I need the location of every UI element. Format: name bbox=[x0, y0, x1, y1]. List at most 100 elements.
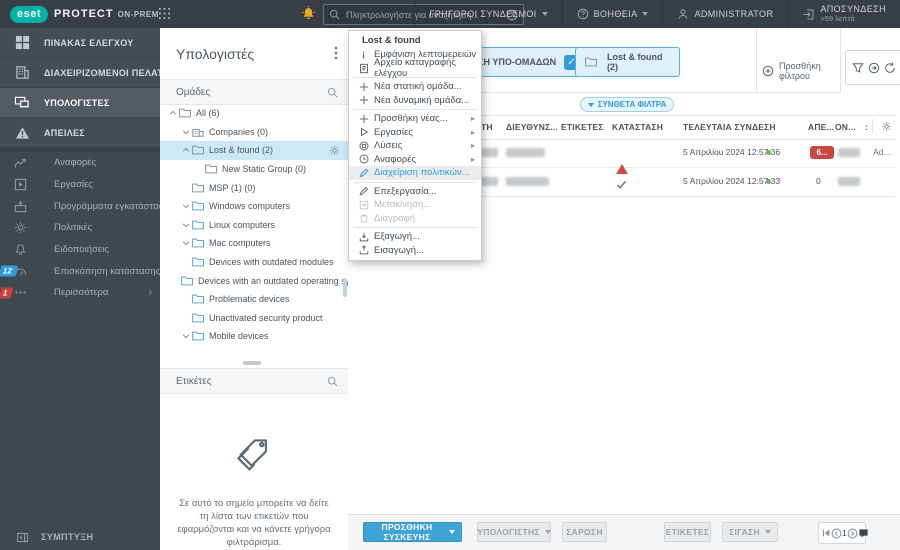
tree-chevron-icon[interactable] bbox=[180, 202, 191, 210]
computer-actions-button[interactable]: ΥΠΟΛΟΓΙΣΤΗΣ bbox=[477, 522, 551, 542]
context-menu-item[interactable]: Διαχείριση πολιτικών... bbox=[349, 166, 481, 180]
context-menu-item[interactable]: Αρχείο καταγραφής ελέγχου bbox=[349, 57, 481, 79]
tree-chevron-icon[interactable] bbox=[180, 128, 191, 136]
menu-item-label: Αρχείο καταγραφής ελέγχου bbox=[374, 57, 456, 80]
context-menu-item[interactable]: Εισαγωγή... bbox=[349, 244, 481, 258]
group-tree-item[interactable]: Windows computers bbox=[160, 197, 348, 216]
folder-icon bbox=[192, 201, 204, 211]
search-tags-icon[interactable] bbox=[327, 376, 338, 387]
eset-logo: eset bbox=[10, 5, 49, 23]
column-header[interactable]: ΔΙΕΥΘΥΝΣ... bbox=[506, 122, 558, 132]
sidebar-item-more[interactable]: Περισσότερα 1 › bbox=[0, 282, 160, 304]
status-ok-icon bbox=[616, 176, 627, 194]
logout-button[interactable]: ΑΠΟΣΥΝΔΕΣΗ >59 λεπτά bbox=[787, 0, 900, 28]
context-menu-item[interactable]: Επεξεργασία... bbox=[349, 185, 481, 199]
context-menu-item[interactable]: Εργασίες ▸ bbox=[349, 126, 481, 140]
add-device-label: ΠΡΟΣΘΗΚΗ ΣΥΣΚΕΥΗΣ bbox=[381, 522, 433, 542]
group-tree-item[interactable]: MSP (1) (0) bbox=[160, 178, 348, 197]
group-tree-item[interactable]: Linux computers bbox=[160, 216, 348, 235]
refresh-icon[interactable] bbox=[884, 62, 896, 74]
chevron-down-icon bbox=[541, 12, 548, 16]
groups-header-label: Ομάδες bbox=[176, 86, 211, 98]
table-settings-gear-icon[interactable] bbox=[872, 119, 892, 134]
scan-button[interactable]: ΣΑΡΩΣΗ bbox=[562, 522, 607, 542]
add-device-button[interactable]: ΠΡΟΣΘΗΚΗ ΣΥΣΚΕΥΗΣ bbox=[363, 522, 462, 542]
context-menu-item[interactable]: Νέα στατική ομάδα... bbox=[349, 80, 481, 94]
column-header[interactable]: ΤΗ bbox=[481, 122, 493, 132]
tags-button[interactable]: ΕΤΙΚΕΤΕΣ bbox=[664, 522, 711, 542]
quick-links-menu[interactable]: ΓΡΗΓΟΡΟΙ ΣΥΝΔΕΣΜΟΙ bbox=[414, 0, 561, 28]
tree-horizontal-scrollbar[interactable] bbox=[243, 361, 261, 365]
group-tree-item[interactable]: All (6) bbox=[160, 104, 348, 123]
notification-bell-icon[interactable] bbox=[300, 5, 317, 22]
folder-icon bbox=[192, 220, 204, 230]
tree-chevron-icon[interactable] bbox=[167, 109, 178, 117]
collapse-sidebar-button[interactable]: ΣΥΜΠΤΥΞΗ bbox=[0, 524, 176, 550]
sidebar-item-label: Προγράμματα εγκατάστασης bbox=[54, 200, 160, 212]
app-launcher-icon[interactable] bbox=[158, 7, 171, 20]
sidebar-item-policies[interactable]: Πολιτικές bbox=[0, 217, 160, 239]
panel-menu-icon[interactable] bbox=[334, 46, 338, 60]
sidebar-item-threats[interactable]: ΑΠΕΙΛΕΣ bbox=[0, 118, 160, 148]
sidebar-item-computers[interactable]: ΥΠΟΛΟΓΙΣΤΕΣ bbox=[0, 88, 160, 118]
submenu-arrow-icon: ▸ bbox=[470, 114, 475, 124]
sidebar-item-status-overview[interactable]: Επισκόπηση κατάστασης 12 bbox=[0, 260, 160, 282]
sidebar-item-reports[interactable]: Αναφορές bbox=[0, 152, 160, 174]
filter-funnel-icon[interactable] bbox=[852, 62, 864, 74]
first-page-icon[interactable] bbox=[821, 528, 831, 538]
column-header[interactable]: ΕΤΙΚΕΤΕΣ bbox=[561, 122, 604, 132]
column-header[interactable]: ΑΠΕ... bbox=[808, 122, 834, 132]
group-tree-item[interactable]: New Static Group (0) bbox=[160, 160, 348, 179]
add-filter-button[interactable]: Προσθήκη φίλτρου bbox=[762, 61, 840, 81]
main-nav-sidebar: ΠΙΝΑΚΑΣ ΕΛΕΓΧΟΥ ΔΙΑΧΕΙΡΙΖΟΜΕΝΟΙ ΠΕΛΑΤΕΣ ΥΠ… bbox=[0, 28, 160, 550]
group-tree-item[interactable]: Mobile devices bbox=[160, 327, 348, 346]
context-menu-item[interactable]: Λύσεις ▸ bbox=[349, 139, 481, 153]
previous-page-icon[interactable] bbox=[831, 528, 842, 539]
sidebar-item-dashboard[interactable]: ΠΙΝΑΚΑΣ ΕΛΕΓΧΟΥ bbox=[0, 28, 160, 58]
tree-chevron-icon[interactable] bbox=[180, 221, 191, 229]
sidebar-item-notifications[interactable]: Ειδοποιήσεις bbox=[0, 239, 160, 261]
panel-title: Υπολογιστές bbox=[176, 45, 255, 62]
group-tree-item[interactable]: Unactivated security product bbox=[160, 309, 348, 328]
advanced-filters-button[interactable]: ΣΥΝΘΕΤΑ ΦΙΛΤΡΑ bbox=[580, 97, 674, 112]
group-label: New Static Group (0) bbox=[222, 164, 307, 175]
group-tree-item[interactable]: Devices with an outdated operating syste… bbox=[160, 271, 348, 290]
group-tree-item[interactable]: Lost & found (2) bbox=[160, 141, 348, 160]
sidebar-item-managed-clients[interactable]: ΔΙΑΧΕΙΡΙΖΟΜΕΝΟΙ ΠΕΛΑΤΕΣ bbox=[0, 58, 160, 88]
group-tree-item[interactable]: Problematic devices bbox=[160, 290, 348, 309]
help-menu[interactable]: ΒΟΗΘΕΙΑ bbox=[561, 0, 663, 28]
tree-vertical-scrollbar[interactable] bbox=[343, 278, 347, 297]
group-tree-item[interactable]: Companies (0) bbox=[160, 123, 348, 142]
sidebar-item-tasks[interactable]: Εργασίες bbox=[0, 174, 160, 196]
feedback-icon[interactable] bbox=[858, 528, 869, 539]
sidebar-item-installers[interactable]: Προγράμματα εγκατάστασης bbox=[0, 195, 160, 217]
tree-chevron-icon[interactable] bbox=[180, 146, 191, 154]
apply-filter-icon[interactable] bbox=[868, 62, 880, 74]
group-gear-icon[interactable] bbox=[329, 145, 340, 156]
folder-icon bbox=[179, 108, 191, 118]
context-menu-item[interactable]: Νέα δυναμική ομάδα... bbox=[349, 94, 481, 108]
tree-chevron-icon[interactable] bbox=[180, 332, 191, 340]
mute-button[interactable]: ΣΙΓΑΣΗ bbox=[722, 522, 778, 542]
column-header[interactable]: : bbox=[865, 122, 868, 132]
column-header[interactable]: ΚΑΤΑΣΤΑΣΗ bbox=[612, 122, 663, 132]
help-icon bbox=[577, 8, 589, 20]
menu-item-label: Νέα στατική ομάδα... bbox=[374, 81, 462, 93]
column-header[interactable]: ΤΕΛΕΥΤΑΙΑ ΣΥΝΔΕΣΗ bbox=[683, 122, 776, 132]
context-menu-item[interactable]: Αναφορές ▸ bbox=[349, 153, 481, 167]
product-edition: ON-PREM bbox=[117, 9, 159, 19]
column-header[interactable]: ΟΝ... bbox=[835, 122, 856, 132]
context-menu-item[interactable]: Προσθήκη νέας... ▸ bbox=[349, 112, 481, 126]
group-tree-item[interactable]: Devices with outdated modules bbox=[160, 253, 348, 272]
group-tree-item[interactable]: Mac computers bbox=[160, 234, 348, 253]
user-menu[interactable]: ADMINISTRATOR bbox=[662, 0, 787, 28]
submenu-arrow-icon: ▸ bbox=[470, 141, 475, 151]
group-filter-chip[interactable]: Lost & found (2) bbox=[575, 47, 680, 77]
tree-chevron-icon[interactable] bbox=[180, 239, 191, 247]
context-menu-title: Lost & found bbox=[362, 35, 421, 46]
sidebar-item-label: Επισκόπηση κατάστασης bbox=[54, 265, 160, 277]
organization-icon bbox=[192, 127, 204, 137]
next-page-icon[interactable] bbox=[847, 528, 858, 539]
context-menu-item[interactable]: Εξαγωγή... bbox=[349, 230, 481, 244]
search-groups-icon[interactable] bbox=[327, 87, 338, 98]
